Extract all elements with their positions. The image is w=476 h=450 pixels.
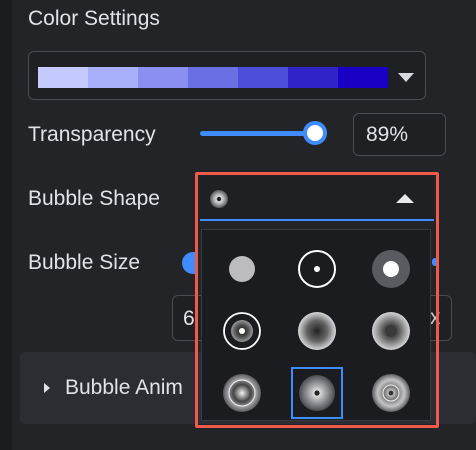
transparency-slider-track[interactable] bbox=[200, 131, 318, 136]
transparency-input[interactable]: 89% bbox=[353, 113, 446, 156]
color-ramp-swatch bbox=[88, 67, 138, 88]
caret-right-icon bbox=[44, 383, 50, 393]
color-settings-label: Color Settings bbox=[28, 7, 160, 30]
color-ramp-swatch bbox=[138, 67, 188, 88]
accordion-label: Bubble Anim bbox=[65, 376, 183, 399]
left-edge-bar bbox=[0, 0, 12, 450]
transparency-label: Transparency bbox=[28, 123, 156, 146]
color-ramp bbox=[38, 67, 388, 88]
color-ramp-swatch bbox=[238, 67, 288, 88]
color-ramp-swatch bbox=[338, 67, 388, 88]
color-ramp-swatch bbox=[38, 67, 88, 88]
bubble-size-label: Bubble Size bbox=[28, 251, 141, 274]
bubble-shape-label: Bubble Shape bbox=[28, 187, 160, 210]
color-ramp-swatch bbox=[288, 67, 338, 88]
chevron-down-icon bbox=[398, 73, 414, 82]
color-gradient-select[interactable] bbox=[28, 51, 426, 100]
annotation-highlight-box bbox=[195, 172, 439, 428]
color-ramp-swatch bbox=[188, 67, 238, 88]
transparency-slider-thumb[interactable] bbox=[303, 121, 327, 145]
